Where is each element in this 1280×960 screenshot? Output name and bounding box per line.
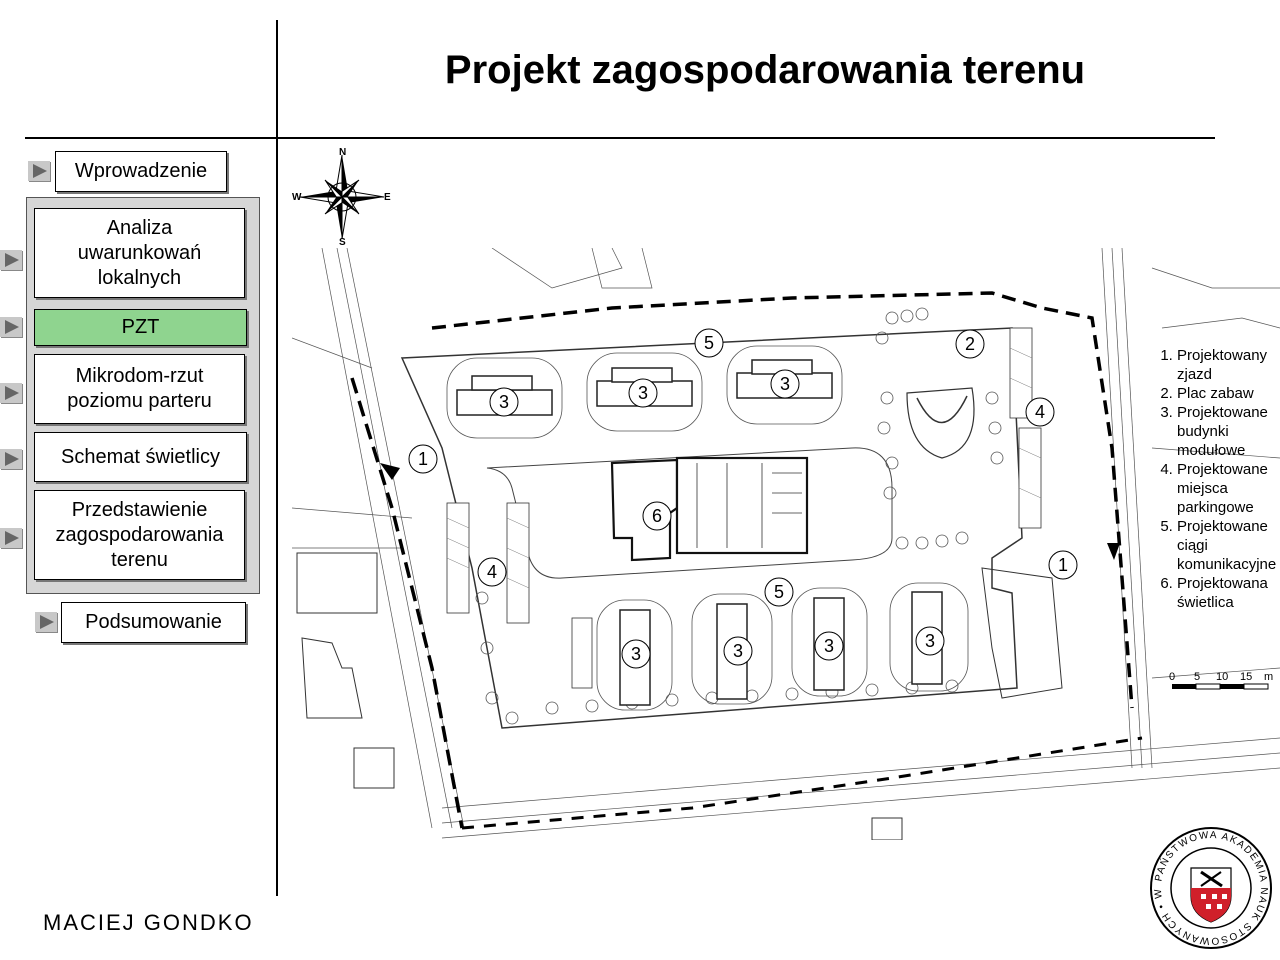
horizontal-divider	[25, 137, 1215, 139]
legend-item: Projektowane budynki modułowe	[1177, 403, 1280, 460]
nav-item-analiza[interactable]: Analiza uwarunkowań lokalnych	[34, 208, 245, 298]
compass-n-label: N	[339, 147, 346, 158]
svg-text:3: 3	[631, 644, 641, 664]
svg-text:6: 6	[652, 506, 662, 526]
legend-item: Plac zabaw	[1177, 384, 1280, 403]
svg-text:3: 3	[824, 636, 834, 656]
nav-arrow-icon	[28, 161, 50, 181]
plan-marker-3: 3	[814, 631, 844, 661]
nav-arrow-icon	[0, 528, 22, 548]
legend-item: Projektowana świetlica	[1177, 574, 1280, 612]
plan-marker-4: 4	[477, 557, 507, 587]
scale-label-m: m	[1264, 671, 1273, 683]
nav-intro-button[interactable]: Wprowadzenie	[55, 151, 227, 192]
nav-arrow-icon	[0, 449, 22, 469]
author-name: MACIEJ GONDKO	[43, 910, 254, 935]
compass-e-label: E	[384, 192, 391, 203]
nav-arrow-icon	[0, 383, 22, 403]
nav-arrow-icon	[0, 317, 22, 337]
plan-marker-5: 5	[764, 577, 794, 607]
plan-marker-4: 4	[1025, 397, 1055, 427]
plan-marker-1: 1	[408, 444, 438, 474]
svg-text:3: 3	[499, 392, 509, 412]
university-seal-logo: PAŃSTWOWA AKADEMIA NAUK STOSOWANYCH • W …	[1146, 826, 1272, 949]
compass-rose-icon: N S E W	[292, 147, 391, 248]
svg-text:4: 4	[1035, 402, 1045, 422]
scale-label-0: 0	[1169, 671, 1175, 683]
plan-marker-3: 3	[770, 369, 800, 399]
plan-marker-3: 3	[723, 636, 753, 666]
nav-arrow-icon	[0, 250, 22, 270]
scale-label-10: 10	[1216, 671, 1228, 683]
nav-item-mikrodom[interactable]: Mikrodom-rzut poziomu parteru	[34, 354, 245, 424]
nav-arrow-icon	[35, 612, 57, 632]
plan-marker-5: 5	[694, 328, 724, 358]
svg-text:1: 1	[418, 449, 428, 469]
nav-item-przedstawienie[interactable]: Przedstawienie zagospodarowania terenu	[34, 490, 245, 580]
nav-summary-button[interactable]: Podsumowanie	[61, 602, 246, 643]
nav-item-schemat[interactable]: Schemat świetlicy	[34, 432, 247, 482]
compass-w-label: W	[292, 192, 302, 203]
nav-item-pzt[interactable]: PZT	[34, 309, 247, 346]
plan-marker-2: 2	[955, 329, 985, 359]
svg-text:3: 3	[925, 631, 935, 651]
scale-label-15: 15	[1240, 671, 1252, 683]
site-plan-drawing: 0 5 10 15 m 1 1 2 3 3 3 3 3 3 3 4 4 5 5 …	[292, 248, 1280, 840]
svg-text:4: 4	[487, 562, 497, 582]
svg-text:2: 2	[965, 334, 975, 354]
svg-text:5: 5	[704, 333, 714, 353]
plan-marker-6: 6	[642, 501, 672, 531]
plan-legend: Projektowany zjazd Plac zabaw Projektowa…	[1143, 346, 1280, 612]
legend-item: Projektowany zjazd	[1177, 346, 1280, 384]
svg-text:3: 3	[780, 374, 790, 394]
page-title: Projekt zagospodarowania terenu	[444, 48, 1086, 92]
plan-marker-3: 3	[628, 378, 658, 408]
svg-text:1: 1	[1058, 555, 1068, 575]
scale-label-5: 5	[1194, 671, 1200, 683]
compass-s-label: S	[339, 237, 346, 248]
svg-text:3: 3	[733, 641, 743, 661]
plan-marker-3: 3	[489, 387, 519, 417]
plan-marker-1: 1	[1048, 550, 1078, 580]
plan-marker-3: 3	[621, 639, 651, 669]
legend-item: Projektowane miejsca parkingowe	[1177, 460, 1280, 517]
svg-text:5: 5	[774, 582, 784, 602]
plan-marker-3: 3	[915, 626, 945, 656]
svg-text:3: 3	[638, 383, 648, 403]
vertical-divider	[276, 20, 278, 896]
legend-item: Projektowane ciągi komunikacyjne	[1177, 517, 1280, 574]
